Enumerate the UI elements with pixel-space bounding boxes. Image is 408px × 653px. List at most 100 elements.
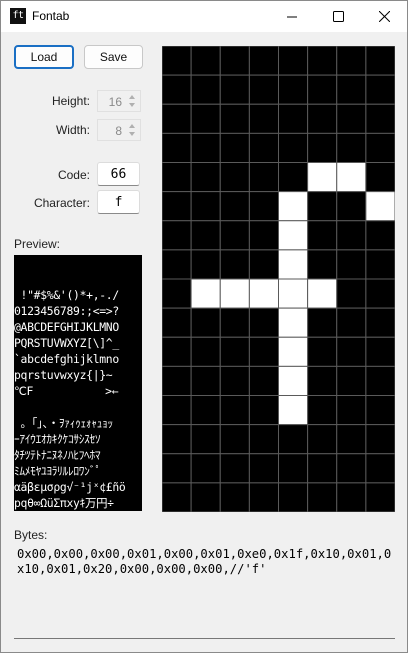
pixel-off[interactable] bbox=[365, 453, 396, 484]
pixel-off[interactable] bbox=[336, 74, 367, 105]
pixel-off[interactable] bbox=[336, 249, 367, 280]
pixel-off[interactable] bbox=[248, 162, 279, 193]
pixel-off[interactable] bbox=[278, 162, 309, 193]
pixel-off[interactable] bbox=[248, 220, 279, 251]
pixel-on[interactable] bbox=[307, 162, 338, 193]
pixel-off[interactable] bbox=[365, 278, 396, 309]
bytes-output[interactable]: 0x00,0x00,0x00,0x01,0x00,0x01,0xe0,0x1f,… bbox=[14, 544, 395, 639]
pixel-off[interactable] bbox=[278, 74, 309, 105]
pixel-off[interactable] bbox=[336, 191, 367, 222]
pixel-off[interactable] bbox=[190, 307, 221, 338]
pixel-off[interactable] bbox=[190, 220, 221, 251]
pixel-grid[interactable] bbox=[161, 45, 396, 513]
pixel-off[interactable] bbox=[336, 132, 367, 163]
pixel-off[interactable] bbox=[161, 191, 192, 222]
pixel-off[interactable] bbox=[307, 132, 338, 163]
pixel-off[interactable] bbox=[248, 45, 279, 76]
pixel-off[interactable] bbox=[307, 424, 338, 455]
pixel-off[interactable] bbox=[336, 278, 367, 309]
pixel-off[interactable] bbox=[190, 424, 221, 455]
pixel-off[interactable] bbox=[219, 249, 250, 280]
pixel-off[interactable] bbox=[190, 249, 221, 280]
spin-arrows-icon[interactable] bbox=[126, 121, 138, 139]
pixel-off[interactable] bbox=[161, 74, 192, 105]
pixel-off[interactable] bbox=[161, 103, 192, 134]
pixel-off[interactable] bbox=[248, 249, 279, 280]
pixel-off[interactable] bbox=[365, 103, 396, 134]
pixel-off[interactable] bbox=[307, 249, 338, 280]
pixel-off[interactable] bbox=[365, 307, 396, 338]
pixel-off[interactable] bbox=[248, 103, 279, 134]
pixel-off[interactable] bbox=[248, 482, 279, 513]
pixel-off[interactable] bbox=[219, 453, 250, 484]
pixel-off[interactable] bbox=[190, 191, 221, 222]
pixel-off[interactable] bbox=[190, 132, 221, 163]
pixel-off[interactable] bbox=[278, 424, 309, 455]
pixel-off[interactable] bbox=[365, 162, 396, 193]
pixel-off[interactable] bbox=[219, 103, 250, 134]
pixel-off[interactable] bbox=[190, 365, 221, 396]
pixel-off[interactable] bbox=[161, 395, 192, 426]
pixel-off[interactable] bbox=[248, 365, 279, 396]
code-field[interactable]: 66 bbox=[97, 162, 140, 186]
pixel-off[interactable] bbox=[161, 336, 192, 367]
pixel-off[interactable] bbox=[248, 395, 279, 426]
pixel-off[interactable] bbox=[307, 103, 338, 134]
pixel-off[interactable] bbox=[219, 482, 250, 513]
pixel-on[interactable] bbox=[365, 191, 396, 222]
pixel-off[interactable] bbox=[336, 453, 367, 484]
pixel-off[interactable] bbox=[365, 424, 396, 455]
pixel-off[interactable] bbox=[248, 132, 279, 163]
pixel-off[interactable] bbox=[190, 74, 221, 105]
pixel-off[interactable] bbox=[219, 424, 250, 455]
pixel-off[interactable] bbox=[219, 74, 250, 105]
minimize-button[interactable] bbox=[269, 1, 315, 32]
pixel-off[interactable] bbox=[336, 482, 367, 513]
pixel-on[interactable] bbox=[278, 336, 309, 367]
pixel-on[interactable] bbox=[278, 249, 309, 280]
pixel-off[interactable] bbox=[161, 220, 192, 251]
load-button[interactable]: Load bbox=[14, 45, 74, 69]
pixel-off[interactable] bbox=[307, 365, 338, 396]
pixel-off[interactable] bbox=[278, 482, 309, 513]
pixel-off[interactable] bbox=[219, 220, 250, 251]
pixel-off[interactable] bbox=[219, 395, 250, 426]
pixel-off[interactable] bbox=[190, 162, 221, 193]
pixel-off[interactable] bbox=[336, 103, 367, 134]
pixel-off[interactable] bbox=[365, 132, 396, 163]
pixel-off[interactable] bbox=[190, 45, 221, 76]
pixel-off[interactable] bbox=[307, 453, 338, 484]
pixel-on[interactable] bbox=[278, 307, 309, 338]
pixel-off[interactable] bbox=[161, 482, 192, 513]
pixel-on[interactable] bbox=[336, 162, 367, 193]
pixel-off[interactable] bbox=[219, 191, 250, 222]
pixel-on[interactable] bbox=[190, 278, 221, 309]
bytes-text[interactable]: 0x00,0x00,0x00,0x01,0x00,0x01,0xe0,0x1f,… bbox=[17, 547, 395, 577]
pixel-off[interactable] bbox=[365, 220, 396, 251]
pixel-editor[interactable] bbox=[161, 45, 396, 513]
pixel-off[interactable] bbox=[365, 365, 396, 396]
pixel-off[interactable] bbox=[365, 74, 396, 105]
pixel-off[interactable] bbox=[219, 307, 250, 338]
pixel-off[interactable] bbox=[365, 336, 396, 367]
pixel-off[interactable] bbox=[161, 132, 192, 163]
pixel-off[interactable] bbox=[161, 278, 192, 309]
width-spinbox[interactable]: 8 bbox=[97, 119, 141, 141]
pixel-off[interactable] bbox=[336, 336, 367, 367]
pixel-off[interactable] bbox=[336, 307, 367, 338]
close-button[interactable] bbox=[361, 1, 407, 32]
pixel-off[interactable] bbox=[190, 482, 221, 513]
pixel-on[interactable] bbox=[219, 278, 250, 309]
pixel-off[interactable] bbox=[307, 336, 338, 367]
pixel-on[interactable] bbox=[278, 278, 309, 309]
pixel-off[interactable] bbox=[307, 191, 338, 222]
pixel-off[interactable] bbox=[219, 132, 250, 163]
pixel-off[interactable] bbox=[307, 45, 338, 76]
pixel-off[interactable] bbox=[161, 365, 192, 396]
pixel-off[interactable] bbox=[307, 74, 338, 105]
pixel-off[interactable] bbox=[190, 103, 221, 134]
pixel-off[interactable] bbox=[336, 424, 367, 455]
pixel-off[interactable] bbox=[161, 424, 192, 455]
maximize-button[interactable] bbox=[315, 1, 361, 32]
pixel-off[interactable] bbox=[307, 395, 338, 426]
